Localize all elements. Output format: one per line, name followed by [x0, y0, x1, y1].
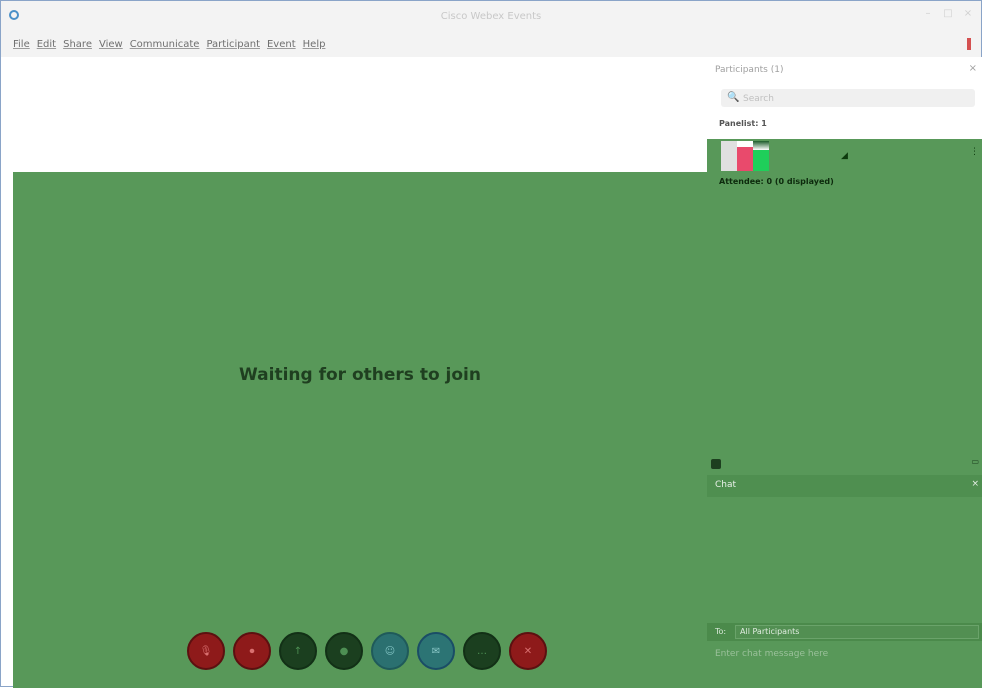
chat-title: Chat — [715, 480, 737, 490]
menu-edit[interactable]: Edit — [37, 39, 56, 50]
participants-panel-header: Participants (1) × 🔍 Panelist: 1 — [707, 57, 982, 139]
chat-recipient-row: To: All Participants — [707, 623, 982, 641]
participant-menu-icon[interactable]: ⋮ — [970, 147, 979, 157]
record-icon: ● — [339, 645, 349, 657]
microphone-icon: 🎙 — [199, 645, 213, 657]
minimize-button[interactable]: – — [921, 7, 935, 21]
user-avatar-icon — [721, 141, 737, 171]
chat-icon: ✉ — [431, 645, 441, 657]
meeting-stage: Waiting for others to join 🎙 ⏺ ↑ ● ☺ ✉ …… — [13, 172, 707, 688]
content-header-area — [13, 57, 707, 172]
participants-button[interactable]: ☺ — [371, 632, 409, 670]
chat-message-input[interactable]: Enter chat message here — [715, 649, 828, 659]
menu-event[interactable]: Event — [267, 39, 296, 50]
notification-indicator[interactable] — [967, 38, 971, 50]
close-participants-button[interactable]: × — [969, 63, 977, 74]
chat-panel-header[interactable]: Chat × — [707, 475, 982, 497]
close-icon: ✕ — [523, 645, 533, 657]
close-window-button[interactable]: × — [961, 7, 975, 21]
participants-title[interactable]: Participants (1) — [715, 65, 783, 75]
participant-search[interactable]: 🔍 — [721, 89, 975, 107]
search-input[interactable] — [741, 91, 971, 107]
menu-participant[interactable]: Participant — [206, 39, 260, 50]
people-icon: ☺ — [384, 645, 396, 657]
participants-panel: ◢ ⋮ Attendee: 0 (0 displayed) ▭ Chat × T… — [707, 139, 982, 688]
share-button[interactable]: ↑ — [279, 632, 317, 670]
more-icon: … — [477, 645, 487, 657]
close-chat-icon[interactable]: × — [971, 479, 979, 489]
presenter-badge-icon — [753, 141, 769, 171]
more-options-button[interactable]: … — [463, 632, 501, 670]
maximize-button[interactable]: □ — [941, 7, 955, 21]
panel-toolbar: ▭ — [707, 457, 982, 473]
search-icon: 🔍 — [727, 92, 740, 103]
chat-button[interactable]: ✉ — [417, 632, 455, 670]
camera-icon: ⏺ — [249, 645, 255, 657]
leave-meeting-button[interactable]: ✕ — [509, 632, 547, 670]
panelist-group-label[interactable]: Panelist: 1 — [719, 119, 767, 128]
video-button[interactable]: ⏺ — [233, 632, 271, 670]
record-button[interactable]: ● — [325, 632, 363, 670]
menu-help[interactable]: Help — [303, 39, 326, 50]
app-window: Cisco Webex Events – □ × File Edit Share… — [0, 0, 982, 688]
mute-button[interactable]: 🎙 — [187, 632, 225, 670]
panel-options-icon[interactable] — [711, 459, 721, 469]
share-icon: ↑ — [293, 645, 303, 657]
avatar — [721, 141, 769, 171]
chat-recipient-select[interactable]: All Participants — [735, 625, 979, 639]
title-bar: Cisco Webex Events – □ × — [1, 1, 981, 31]
chat-to-label: To: — [715, 627, 727, 636]
attendee-group-label[interactable]: Attendee: 0 (0 displayed) — [719, 177, 834, 186]
waiting-message: Waiting for others to join — [239, 365, 481, 385]
menu-file[interactable]: File — [13, 39, 30, 50]
panel-expand-icon[interactable]: ▭ — [971, 457, 979, 466]
menu-communicate[interactable]: Communicate — [130, 39, 200, 50]
participant-row[interactable]: ◢ ⋮ — [707, 139, 982, 173]
menu-share[interactable]: Share — [63, 39, 92, 50]
meeting-controls: 🎙 ⏺ ↑ ● ☺ ✉ … ✕ — [187, 632, 547, 670]
host-badge-icon — [737, 141, 753, 171]
audio-status-icon: ◢ — [841, 151, 848, 161]
menu-view[interactable]: View — [99, 39, 123, 50]
menu-bar: File Edit Share View Communicate Partici… — [1, 31, 981, 57]
window-title: Cisco Webex Events — [440, 11, 542, 22]
